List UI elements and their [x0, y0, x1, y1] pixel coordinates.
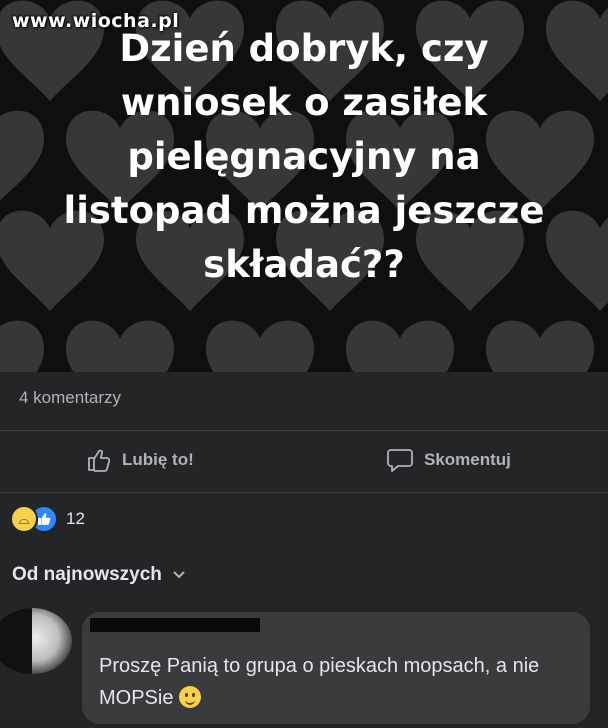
comment-body: Proszę Panią to grupa o pieskach mopsach… [99, 655, 540, 709]
post-background: www.wiocha.pl Dzień dobryk, czy wniosek … [0, 0, 608, 372]
comment-text: Proszę Panią to grupa o pieskach mopsach… [99, 650, 579, 714]
sort-label: Od najnowszych [12, 564, 162, 585]
comment-sort-dropdown[interactable]: Od najnowszych [12, 564, 186, 586]
thumbs-up-icon [86, 447, 112, 473]
avatar-redaction [0, 608, 32, 674]
speech-bubble-icon [386, 447, 414, 473]
smiley-icon [179, 686, 202, 708]
post-footer: 4 komentarzy Lubię to! Skomentuj ⌓ 12 Od… [0, 372, 608, 728]
divider [0, 492, 608, 493]
laughing-face-icon: ⌓ [10, 505, 38, 533]
divider [0, 430, 608, 431]
watermark: www.wiocha.pl [12, 10, 180, 32]
redacted-author-name [90, 618, 260, 632]
comment-bubble: Proszę Panią to grupa o pieskach mopsach… [82, 612, 590, 724]
reactions-count: 12 [66, 509, 85, 528]
post-text: Dzień dobryk, czy wniosek o zasiłek piel… [63, 27, 545, 286]
like-button[interactable]: Lubię to! [86, 444, 194, 476]
chevron-down-icon [172, 564, 186, 586]
comments-count[interactable]: 4 komentarzy [19, 388, 121, 408]
avatar[interactable] [0, 608, 72, 674]
like-label: Lubię to! [122, 450, 194, 469]
reactions-summary[interactable]: ⌓ 12 [10, 504, 85, 534]
comment-button[interactable]: Skomentuj [386, 444, 511, 476]
comment-label: Skomentuj [424, 450, 511, 469]
